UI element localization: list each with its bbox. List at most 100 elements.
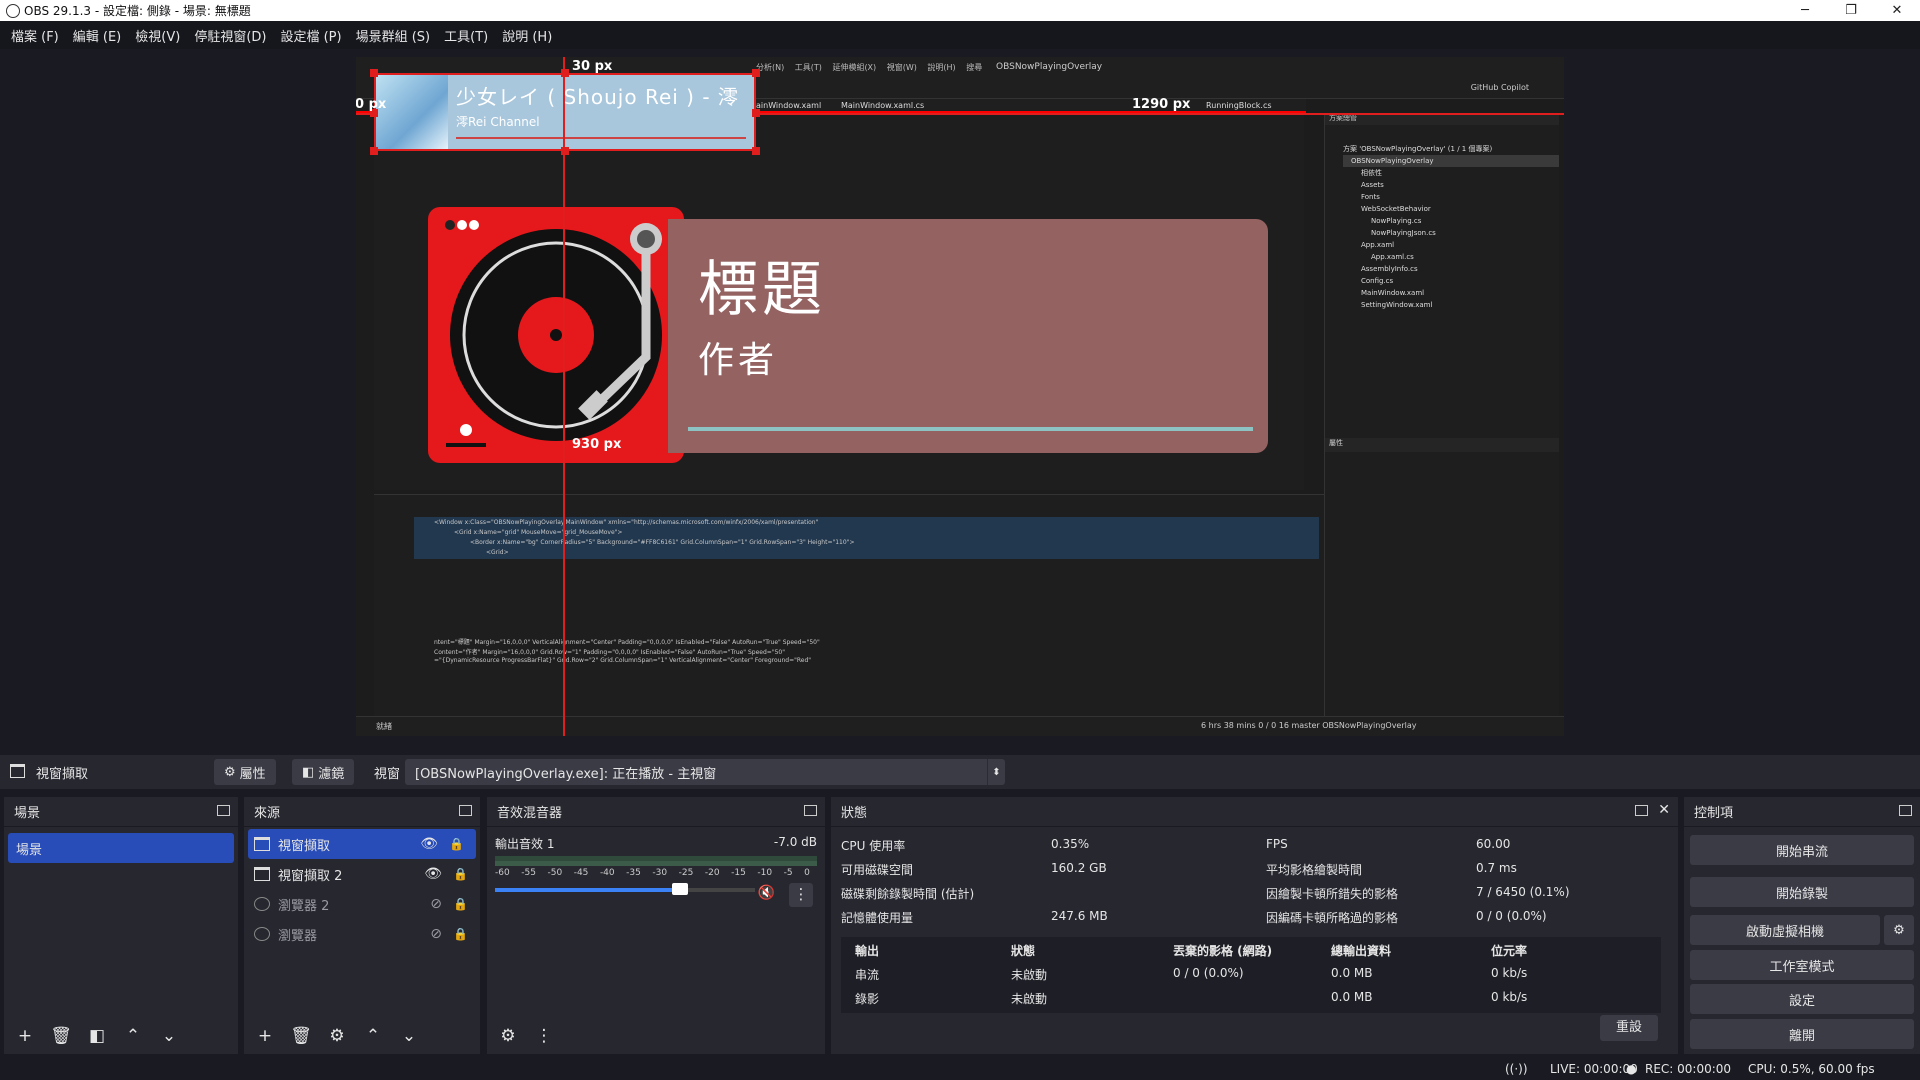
- stats-row: CPU 使用率 0.35% FPS 60.00: [841, 833, 1711, 857]
- start-recording-button[interactable]: 開始錄製: [1690, 877, 1914, 907]
- column-header: 總輸出資料: [1331, 944, 1392, 958]
- eye-icon[interactable]: 👁: [424, 866, 442, 882]
- volume-knob[interactable]: [671, 883, 688, 895]
- eye-hidden-icon[interactable]: ⊘: [430, 926, 442, 942]
- lock-icon[interactable]: 🔒: [449, 837, 464, 851]
- vs-tab-runningblock: RunningBlock.cs: [1206, 101, 1272, 110]
- eye-hidden-icon[interactable]: ⊘: [430, 896, 442, 912]
- speaker-muted-icon[interactable]: 🔇: [758, 885, 775, 901]
- settings-button[interactable]: 設定: [1690, 984, 1914, 1014]
- globe-icon: [254, 927, 270, 941]
- source-item[interactable]: 視窗擷取 👁 🔒: [248, 829, 476, 859]
- stat-label: 平均影格繪製時間: [1266, 863, 1363, 877]
- vs-status-right: 6 hrs 38 mins 0 / 0 16 master OBSNowPlay…: [1201, 721, 1417, 730]
- gear-icon[interactable]: ⚙: [322, 1023, 352, 1049]
- trash-icon[interactable]: 🗑: [46, 1023, 76, 1049]
- undock-icon[interactable]: [459, 805, 472, 816]
- source-item[interactable]: 視窗擷取 2 👁 🔒: [244, 859, 480, 889]
- lock-icon[interactable]: 🔒: [453, 867, 468, 881]
- resize-handle-bl[interactable]: [370, 147, 378, 155]
- advanced-audio-icon[interactable]: ⚙: [493, 1023, 523, 1049]
- code-line: ="{DynamicResource ProgressBarFlat}" Gri…: [434, 657, 812, 664]
- menu-file[interactable]: 檔案 (F): [4, 26, 66, 45]
- window-select[interactable]: [OBSNowPlayingOverlay.exe]: 正在播放 - 主視窗 ⬍: [405, 759, 1005, 785]
- guide-label-right: 1290 px: [1132, 97, 1191, 112]
- mixer-footer: ⚙ ⋮: [487, 1018, 825, 1054]
- stat-value: 0 / 0 (0.0%): [1476, 909, 1547, 923]
- add-icon[interactable]: +: [10, 1023, 40, 1049]
- reset-button[interactable]: 重設: [1600, 1015, 1658, 1041]
- eye-icon[interactable]: 👁: [420, 836, 438, 852]
- lock-icon[interactable]: 🔒: [453, 927, 468, 941]
- solution-item: Fonts: [1361, 193, 1380, 201]
- source-item[interactable]: 瀏覽器 ⊘ 🔒: [244, 919, 480, 949]
- menu-bar: 檔案 (F) 編輯 (E) 檢視(V) 停駐視窗(D) 設定檔 (P) 場景群組…: [0, 21, 1920, 49]
- undock-icon[interactable]: [804, 805, 817, 816]
- vs-code-editor: <Window x:Class="OBSNowPlayingOverlay.Ma…: [374, 494, 1324, 719]
- meter-tick: -35: [626, 868, 641, 878]
- chevron-up-icon[interactable]: ⌃: [358, 1023, 388, 1049]
- studio-mode-button[interactable]: 工作室模式: [1690, 950, 1914, 980]
- more-icon[interactable]: ⋮: [529, 1023, 559, 1049]
- title-bar: OBS 29.1.3 - 設定檔: 側錄 - 場景: 無標題 ─ ❐ ✕: [0, 0, 1920, 21]
- exit-button[interactable]: 離開: [1690, 1019, 1914, 1049]
- close-icon[interactable]: ✕: [1658, 802, 1670, 818]
- menu-profile[interactable]: 設定檔 (P): [273, 26, 348, 45]
- menu-docks[interactable]: 停駐視窗(D): [187, 26, 273, 45]
- menu-edit[interactable]: 編輯 (E): [66, 26, 129, 45]
- trash-icon[interactable]: 🗑: [286, 1023, 316, 1049]
- selection-box[interactable]: [374, 73, 756, 151]
- vs-project-title: OBSNowPlayingOverlay: [996, 62, 1103, 72]
- scene-item[interactable]: 場景: [8, 833, 234, 863]
- maximize-button[interactable]: ❐: [1828, 0, 1874, 21]
- preview-area[interactable]: 分析(N) 工具(T) 延伸模組(X) 視窗(W) 說明(H) 搜尋 OBSNo…: [0, 49, 1920, 749]
- stat-value: 0.7 ms: [1476, 861, 1517, 875]
- undock-icon[interactable]: [1635, 805, 1648, 816]
- chevron-down-icon[interactable]: ⌄: [394, 1023, 424, 1049]
- preview-canvas[interactable]: 分析(N) 工具(T) 延伸模組(X) 視窗(W) 說明(H) 搜尋 OBSNo…: [356, 57, 1564, 736]
- solution-item: App.xaml.cs: [1371, 253, 1414, 261]
- menu-tools[interactable]: 工具(T): [437, 26, 495, 45]
- menu-help[interactable]: 說明 (H): [495, 26, 559, 45]
- undock-icon[interactable]: [217, 805, 230, 816]
- properties-button[interactable]: ⚙ 屬性: [214, 759, 276, 785]
- window-title: OBS 29.1.3 - 設定檔: 側錄 - 場景: 無標題: [24, 4, 251, 18]
- add-icon[interactable]: +: [250, 1023, 280, 1049]
- mixer-channel: 輸出音效 1 -7.0 dB -60 -55 -50 -45 -40 -35 -…: [487, 827, 825, 907]
- lock-icon[interactable]: 🔒: [453, 897, 468, 911]
- chevron-down-icon[interactable]: ⌄: [154, 1023, 184, 1049]
- start-streaming-button[interactable]: 開始串流: [1690, 835, 1914, 865]
- controls-header: 控制項: [1684, 797, 1920, 827]
- start-virtual-camera-button[interactable]: 啟動虛擬相機: [1690, 915, 1880, 945]
- stat-label: FPS: [1266, 837, 1288, 851]
- filter-icon[interactable]: ◧: [82, 1023, 112, 1049]
- scenes-dock: 場景 場景 + 🗑 ◧ ⌃ ⌄: [4, 797, 238, 1054]
- resize-handle-br[interactable]: [752, 147, 760, 155]
- window-capture-icon: [10, 764, 25, 778]
- undock-icon[interactable]: [1899, 805, 1912, 816]
- menu-scene-collection[interactable]: 場景群組 (S): [349, 26, 438, 45]
- resize-handle-tr[interactable]: [752, 69, 760, 77]
- more-icon[interactable]: ⋮: [789, 883, 813, 907]
- broadcast-icon: ((·)): [1505, 1062, 1528, 1076]
- table-cell: 0 kb/s: [1491, 966, 1528, 980]
- guide-label-left: 30 px: [356, 97, 387, 112]
- close-button[interactable]: ✕: [1874, 0, 1920, 21]
- resize-handle-tl[interactable]: [370, 69, 378, 77]
- menu-view[interactable]: 檢視(V): [128, 26, 187, 45]
- guide-label-bottom: 930 px: [572, 437, 622, 452]
- code-line: Content="作者" Margin="16,0,0,0" Grid.Row=…: [434, 649, 785, 656]
- vs-properties-panel: 屬性: [1324, 438, 1559, 718]
- mixer-title: 音效混音器: [497, 806, 563, 821]
- meter-tick: -10: [757, 868, 773, 878]
- meter-ticks: -60 -55 -50 -45 -40 -35 -30 -25 -20 -15 …: [495, 868, 810, 878]
- source-item[interactable]: 瀏覽器 2 ⊘ 🔒: [244, 889, 480, 919]
- solution-item: Config.cs: [1361, 277, 1394, 285]
- minimize-button[interactable]: ─: [1782, 0, 1828, 21]
- virtual-camera-settings-button[interactable]: ⚙: [1884, 915, 1914, 945]
- volume-slider[interactable]: [495, 883, 755, 895]
- solution-item: OBSNowPlayingOverlay: [1343, 155, 1559, 167]
- guide-label-top: 30 px: [572, 59, 613, 74]
- chevron-up-icon[interactable]: ⌃: [118, 1023, 148, 1049]
- filters-button[interactable]: ◧ 濾鏡: [292, 759, 355, 785]
